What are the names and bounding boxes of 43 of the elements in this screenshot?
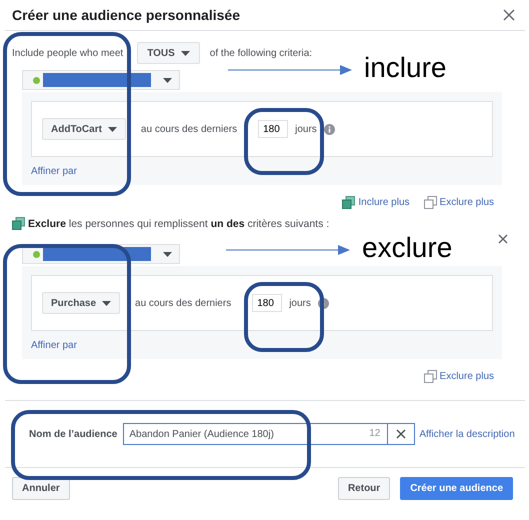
caret-icon — [163, 78, 172, 82]
caret-icon — [108, 126, 117, 132]
source-dropdown[interactable] — [22, 70, 180, 90]
period-label: au cours des derniers — [135, 298, 232, 308]
info-icon[interactable] — [318, 298, 329, 308]
status-dot-icon — [33, 250, 40, 258]
close-icon — [396, 429, 406, 439]
create-button[interactable]: Créer une audience — [400, 477, 513, 500]
criteria-text: of the following criteria: — [210, 48, 312, 58]
stacked-squares-icon — [424, 196, 437, 209]
days-field[interactable]: 180 — [258, 120, 288, 138]
caret-icon — [163, 252, 172, 256]
stacked-squares-icon — [424, 370, 437, 383]
caret-icon — [180, 50, 190, 56]
dialog-title: Créer une audience personnalisée — [12, 7, 240, 23]
clear-button[interactable] — [387, 423, 416, 445]
close-icon[interactable] — [503, 9, 515, 21]
match-dropdown[interactable]: TOUS — [137, 42, 200, 64]
show-description-link[interactable]: Afficher la description — [419, 428, 515, 440]
annotation-label: inclure — [364, 52, 446, 84]
character-counter: 12 — [369, 428, 380, 439]
close-icon[interactable] — [498, 234, 508, 244]
refine-link[interactable]: Affiner par — [31, 340, 77, 351]
refine-link[interactable]: Affiner par — [31, 166, 77, 177]
days-unit: jours — [289, 298, 311, 308]
status-dot-icon — [33, 76, 40, 84]
criteria-text: Include people who meet — [12, 48, 124, 58]
annotation-label: exclure — [362, 232, 452, 264]
days-field[interactable]: 180 — [252, 294, 282, 312]
secondary-button[interactable]: Retour — [338, 477, 390, 500]
event-dropdown[interactable]: Purchase — [42, 292, 120, 314]
stacked-squares-icon — [342, 196, 356, 209]
caret-icon — [102, 300, 112, 306]
criteria-text: Exclure les personnes qui remplissent un des critères suivants : — [28, 218, 330, 230]
add-criteria-link[interactable]: Exclure plus — [424, 196, 494, 209]
period-label: au cours des derniers — [140, 124, 238, 134]
stacked-squares-icon — [12, 217, 25, 230]
info-icon[interactable] — [324, 124, 335, 134]
field-label: Nom de l’audience — [29, 428, 118, 440]
event-dropdown[interactable]: AddToCart — [42, 118, 126, 140]
add-criteria-link[interactable]: Exclure plus — [424, 370, 494, 383]
add-criteria-link[interactable]: Inclure plus — [342, 196, 410, 209]
days-unit: jours — [295, 124, 317, 134]
